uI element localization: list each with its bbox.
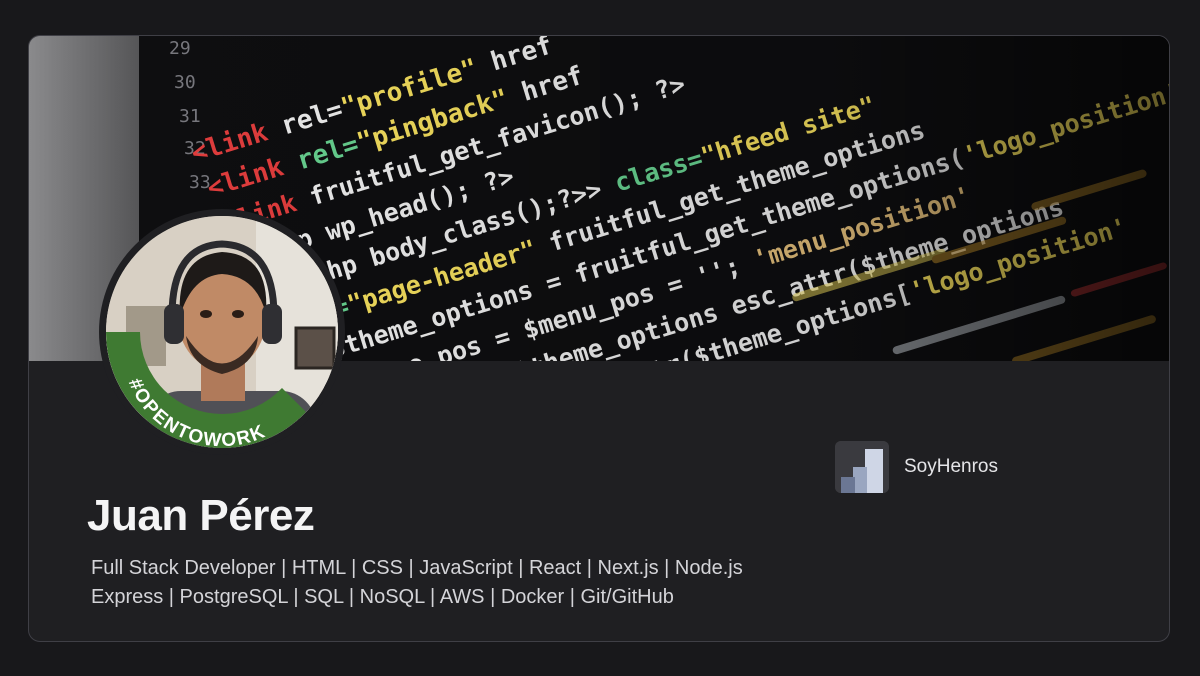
headline-line: Full Stack Developer | HTML | CSS | Java…	[91, 557, 743, 579]
company-logo-icon[interactable]	[835, 441, 889, 493]
profile-photo: #OPENTOWORK	[106, 216, 338, 448]
profile-headline: Full Stack Developer | HTML | CSS | Java…	[91, 554, 851, 612]
current-company[interactable]: SoyHenros	[835, 441, 998, 493]
profile-name: Juan Pérez	[87, 491, 315, 540]
profile-avatar-frame[interactable]: #OPENTOWORK	[99, 209, 345, 455]
headline-line: Express | PostgreSQL | SQL | NoSQL | AWS…	[91, 586, 674, 608]
profile-card: 29 30 31 32 33 <link rel="profile" href …	[28, 35, 1170, 642]
avatar[interactable]: #OPENTOWORK	[106, 216, 338, 448]
company-name[interactable]: SoyHenros	[904, 456, 998, 478]
